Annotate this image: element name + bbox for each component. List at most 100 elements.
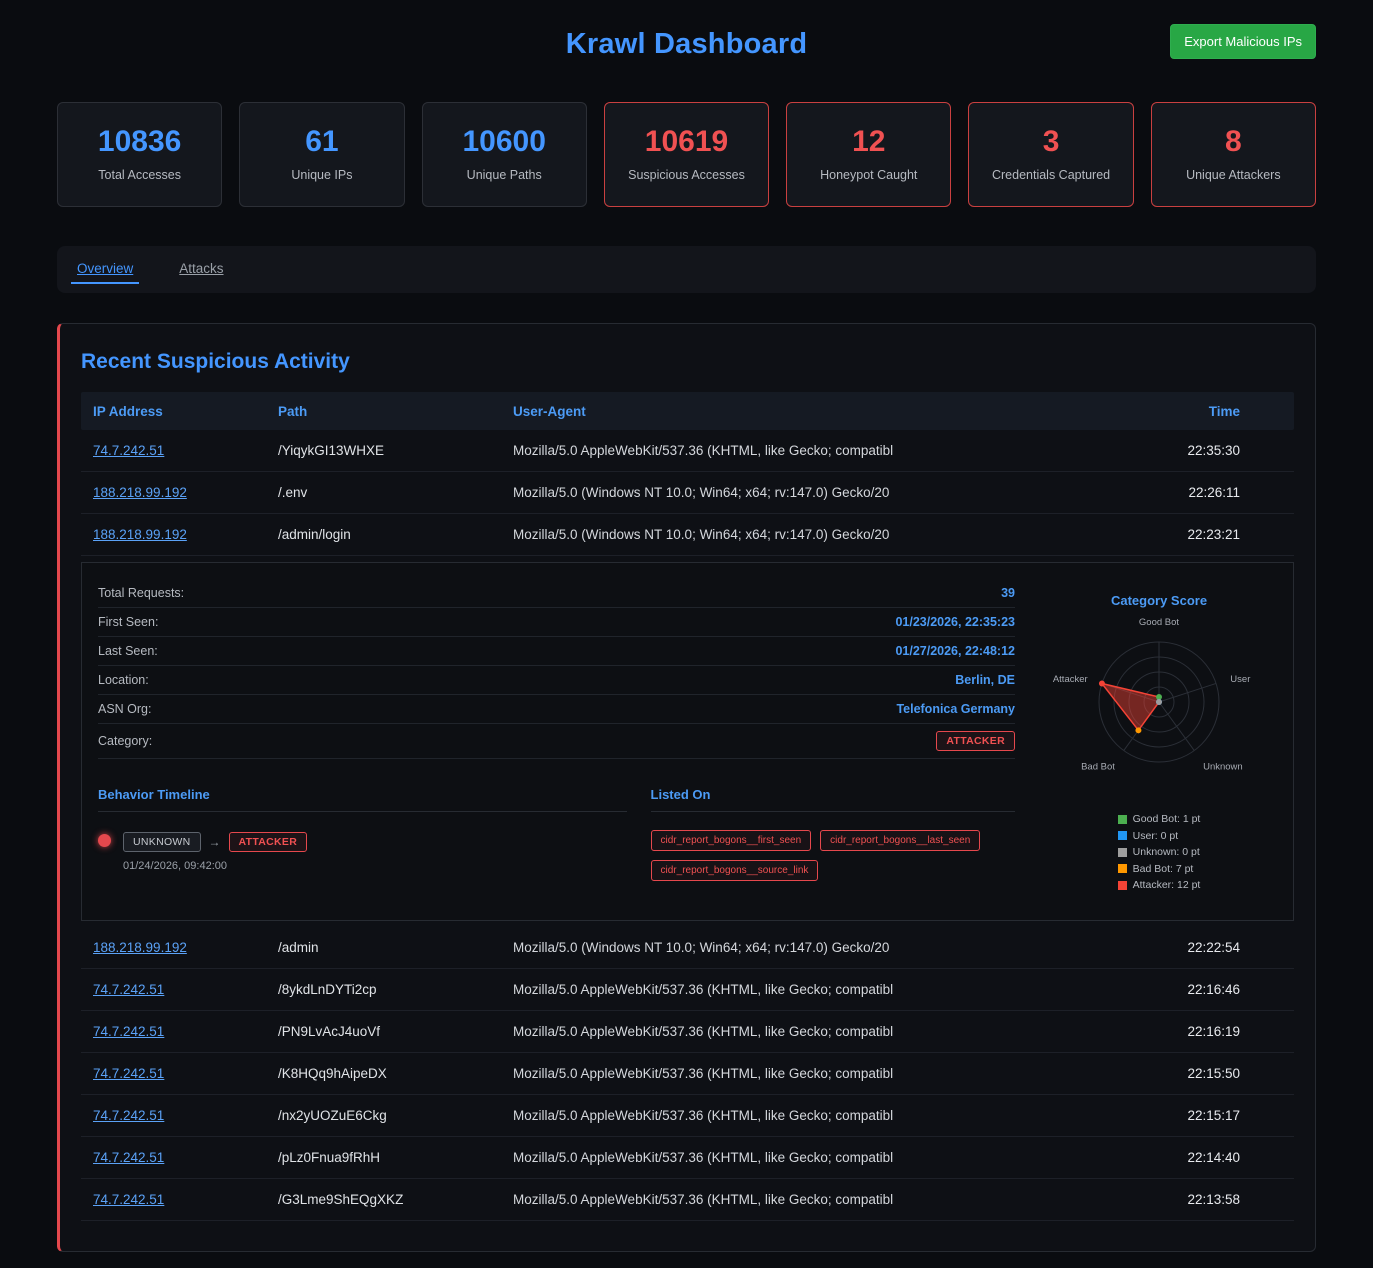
path-cell: /G3Lme9ShEQgXKZ — [278, 1192, 513, 1207]
svg-text:Unknown: Unknown — [1203, 762, 1243, 773]
user-agent-cell: Mozilla/5.0 AppleWebKit/537.36 (KHTML, l… — [513, 1024, 1122, 1039]
svg-text:Attacker: Attacker — [1053, 674, 1088, 685]
column-header-ip: IP Address — [93, 404, 278, 419]
time-cell: 22:35:30 — [1122, 443, 1282, 458]
listed-on-badge[interactable]: cidr_report_bogons__first_seen — [651, 830, 812, 851]
table-row[interactable]: 74.7.242.51 /8ykdLnDYTi2cp Mozilla/5.0 A… — [81, 969, 1294, 1011]
svg-text:User: User — [1230, 674, 1250, 685]
header: Krawl Dashboard Export Malicious IPs — [57, 22, 1316, 82]
time-cell: 22:16:46 — [1122, 982, 1282, 997]
export-malicious-ips-button[interactable]: Export Malicious IPs — [1170, 24, 1316, 59]
ip-link[interactable]: 74.7.242.51 — [93, 1066, 164, 1081]
column-header-path: Path — [278, 404, 513, 419]
ip-link[interactable]: 188.218.99.192 — [93, 485, 187, 500]
stat-value: 12 — [793, 125, 944, 159]
detail-fields: Total Requests: 39 First Seen: 01/23/202… — [98, 579, 1015, 759]
stat-value: 3 — [975, 125, 1126, 159]
listed-on-badge[interactable]: cidr_report_bogons__last_seen — [820, 830, 980, 851]
time-cell: 22:16:19 — [1122, 1024, 1282, 1039]
ip-link[interactable]: 74.7.242.51 — [93, 1108, 164, 1123]
user-agent-cell: Mozilla/5.0 AppleWebKit/537.36 (KHTML, l… — [513, 1108, 1122, 1123]
user-agent-cell: Mozilla/5.0 AppleWebKit/537.36 (KHTML, l… — [513, 1066, 1122, 1081]
time-cell: 22:15:17 — [1122, 1108, 1282, 1123]
listed-on-title: Listed On — [651, 787, 1015, 812]
tab-overview[interactable]: Overview — [71, 255, 139, 284]
path-cell: /pLz0Fnua9fRhH — [278, 1150, 513, 1165]
stat-card: 10600 Unique Paths — [422, 102, 587, 207]
svg-text:Good Bot: Good Bot — [1139, 617, 1179, 628]
ip-link[interactable]: 188.218.99.192 — [93, 527, 187, 542]
timeline-badges: UNKNOWN → ATTACKER — [123, 832, 307, 852]
time-cell: 22:13:58 — [1122, 1192, 1282, 1207]
stat-value: 8 — [1158, 125, 1309, 159]
field-label: Category: — [98, 734, 152, 748]
timeline-item: UNKNOWN → ATTACKER 01/24/2026, 09:42:00 — [98, 832, 627, 872]
legend-item: Bad Bot: 7 pt — [1118, 863, 1201, 875]
path-cell: /8ykdLnDYTi2cp — [278, 982, 513, 997]
table-body-top: 74.7.242.51 /YiqykGI13WHXE Mozilla/5.0 A… — [81, 430, 1294, 556]
table-row[interactable]: 74.7.242.51 /PN9LvAcJ4uoVf Mozilla/5.0 A… — [81, 1011, 1294, 1053]
stat-label: Total Accesses — [64, 168, 215, 182]
path-cell: /.env — [278, 485, 513, 500]
stat-label: Unique Attackers — [1158, 168, 1309, 182]
detail-field: Total Requests: 39 — [98, 579, 1015, 608]
stat-card: 10836 Total Accesses — [57, 102, 222, 207]
table-row[interactable]: 188.218.99.192 /admin/login Mozilla/5.0 … — [81, 514, 1294, 556]
stat-label: Credentials Captured — [975, 168, 1126, 182]
field-value: 01/23/2026, 22:35:23 — [895, 615, 1015, 629]
user-agent-cell: Mozilla/5.0 AppleWebKit/537.36 (KHTML, l… — [513, 443, 1122, 458]
legend-label: Bad Bot: 7 pt — [1133, 863, 1194, 875]
behavior-timeline-section: Behavior Timeline UNKNOWN → ATTACKER 01/… — [98, 787, 627, 881]
table-row[interactable]: 74.7.242.51 /K8HQq9hAipeDX Mozilla/5.0 A… — [81, 1053, 1294, 1095]
detail-field: ASN Org: Telefonica Germany — [98, 695, 1015, 724]
category-badge: ATTACKER — [936, 731, 1015, 751]
tab-attacks[interactable]: Attacks — [173, 255, 229, 284]
stat-label: Honeypot Caught — [793, 168, 944, 182]
timeline-date: 01/24/2026, 09:42:00 — [123, 860, 307, 872]
panel-title: Recent Suspicious Activity — [81, 350, 1294, 374]
ip-link[interactable]: 74.7.242.51 — [93, 1150, 164, 1165]
ip-link[interactable]: 74.7.242.51 — [93, 982, 164, 997]
field-label: Location: — [98, 673, 149, 687]
legend-swatch-icon — [1118, 831, 1127, 840]
table-row[interactable]: 74.7.242.51 /G3Lme9ShEQgXKZ Mozilla/5.0 … — [81, 1179, 1294, 1221]
legend-item: User: 0 pt — [1118, 830, 1201, 842]
time-cell: 22:23:21 — [1122, 527, 1282, 542]
path-cell: /nx2yUOZuE6Ckg — [278, 1108, 513, 1123]
stat-label: Suspicious Accesses — [611, 168, 762, 182]
column-header-time: Time — [1122, 404, 1282, 419]
stat-label: Unique Paths — [429, 168, 580, 182]
ip-link[interactable]: 74.7.242.51 — [93, 1024, 164, 1039]
table-row[interactable]: 74.7.242.51 /YiqykGI13WHXE Mozilla/5.0 A… — [81, 430, 1294, 472]
table-row[interactable]: 188.218.99.192 /admin Mozilla/5.0 (Windo… — [81, 927, 1294, 969]
listed-on-badge[interactable]: cidr_report_bogons__source_link — [651, 860, 819, 881]
time-cell: 22:15:50 — [1122, 1066, 1282, 1081]
stat-label: Unique IPs — [246, 168, 397, 182]
table-row[interactable]: 74.7.242.51 /pLz0Fnua9fRhH Mozilla/5.0 A… — [81, 1137, 1294, 1179]
ip-link[interactable]: 74.7.242.51 — [93, 443, 164, 458]
table-row[interactable]: 188.218.99.192 /.env Mozilla/5.0 (Window… — [81, 472, 1294, 514]
timeline-content: UNKNOWN → ATTACKER 01/24/2026, 09:42:00 — [123, 832, 307, 872]
table-row[interactable]: 74.7.242.51 /nx2yUOZuE6Ckg Mozilla/5.0 A… — [81, 1095, 1294, 1137]
stat-value: 10600 — [429, 125, 580, 159]
timeline-marker-icon — [98, 834, 111, 847]
stat-value: 10619 — [611, 125, 762, 159]
ip-link[interactable]: 74.7.242.51 — [93, 1192, 164, 1207]
legend-item: Good Bot: 1 pt — [1118, 813, 1201, 825]
time-cell: 22:14:40 — [1122, 1150, 1282, 1165]
svg-text:Bad Bot: Bad Bot — [1081, 762, 1115, 773]
user-agent-cell: Mozilla/5.0 (Windows NT 10.0; Win64; x64… — [513, 940, 1122, 955]
ip-link[interactable]: 188.218.99.192 — [93, 940, 187, 955]
arrow-right-icon: → — [209, 835, 221, 849]
user-agent-cell: Mozilla/5.0 AppleWebKit/537.36 (KHTML, l… — [513, 982, 1122, 997]
legend-label: Attacker: 12 pt — [1133, 879, 1201, 891]
path-cell: /PN9LvAcJ4uoVf — [278, 1024, 513, 1039]
listed-badges: cidr_report_bogons__first_seen cidr_repor… — [651, 830, 1015, 881]
legend-label: User: 0 pt — [1133, 830, 1179, 842]
listed-on-section: Listed On cidr_report_bogons__first_seen… — [651, 787, 1015, 881]
time-cell: 22:26:11 — [1122, 485, 1282, 500]
column-header-user-agent: User-Agent — [513, 404, 1122, 419]
timeline-from-badge: UNKNOWN — [123, 832, 201, 852]
field-value: 01/27/2026, 22:48:12 — [895, 644, 1015, 658]
page: Krawl Dashboard Export Malicious IPs 108… — [0, 0, 1373, 1268]
